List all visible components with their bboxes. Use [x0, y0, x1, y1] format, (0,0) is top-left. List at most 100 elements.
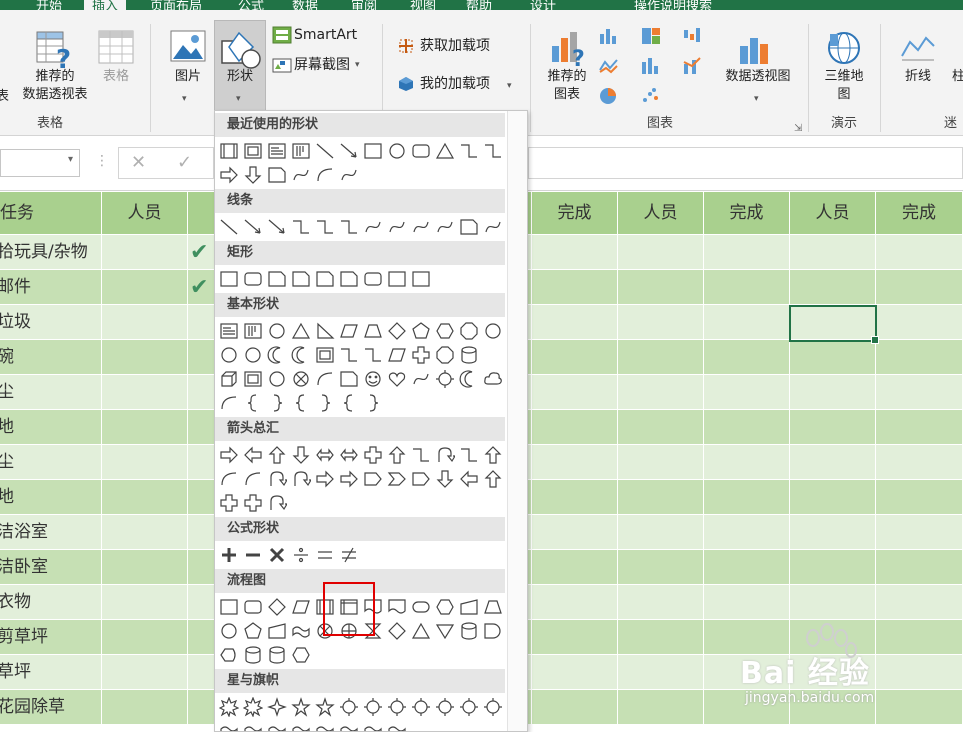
basic-shape-icon[interactable] — [387, 321, 407, 341]
table-cell[interactable] — [102, 410, 188, 445]
table-cell[interactable] — [704, 270, 790, 305]
line-shape-icon[interactable] — [219, 217, 239, 237]
rectangle-shape-icon[interactable] — [219, 269, 239, 289]
task-cell[interactable]: 吸尘 — [0, 445, 102, 480]
table-cell[interactable] — [618, 410, 704, 445]
recent-shape-icon[interactable] — [387, 141, 407, 161]
get-addins-button[interactable]: 获取加载项 — [420, 37, 490, 55]
table-cell[interactable] — [704, 550, 790, 585]
pie-chart-icon[interactable] — [598, 86, 620, 106]
table-cell[interactable] — [532, 340, 618, 375]
table-cell[interactable] — [876, 445, 963, 480]
table-cell[interactable] — [876, 480, 963, 515]
flowchart-decision-icon[interactable] — [267, 597, 287, 617]
table-cell[interactable] — [790, 550, 876, 585]
equation-shape-icon[interactable] — [315, 545, 335, 565]
name-box[interactable]: ▾ — [0, 149, 80, 177]
table-cell[interactable] — [618, 305, 704, 340]
smartart-button[interactable]: SmartArt — [294, 26, 357, 44]
arrow-shape-icon[interactable] — [483, 445, 503, 465]
table-cell[interactable] — [102, 655, 188, 690]
arrow-shape-icon[interactable] — [243, 445, 263, 465]
flowchart-shape-icon[interactable] — [267, 645, 287, 665]
table-cell[interactable] — [532, 515, 618, 550]
table-cell[interactable] — [790, 515, 876, 550]
table-cell[interactable] — [876, 235, 963, 270]
table-cell[interactable] — [704, 305, 790, 340]
recent-shape-icon[interactable] — [291, 141, 311, 161]
table-cell[interactable] — [876, 340, 963, 375]
table-cell[interactable] — [876, 515, 963, 550]
table-cell[interactable] — [532, 690, 618, 725]
basic-shape-icon[interactable] — [435, 321, 455, 341]
basic-shape-icon[interactable] — [291, 369, 311, 389]
basic-shape-icon[interactable] — [267, 393, 287, 413]
table-cell[interactable] — [876, 305, 963, 340]
table-cell[interactable] — [102, 690, 188, 725]
task-cell[interactable]: 洗碗 — [0, 340, 102, 375]
arrow-shape-icon[interactable] — [363, 445, 383, 465]
arrow-shape-icon[interactable] — [219, 445, 239, 465]
flowchart-shape-icon[interactable] — [459, 621, 479, 641]
line-shape-icon[interactable] — [315, 217, 335, 237]
table-cell[interactable] — [704, 585, 790, 620]
basic-shape-icon[interactable] — [315, 369, 335, 389]
recent-shape-icon[interactable] — [339, 141, 359, 161]
header-cell[interactable]: 完成 — [704, 192, 790, 235]
arrow-shape-icon[interactable] — [267, 445, 287, 465]
task-cell[interactable]: 浇花园除草 — [0, 690, 102, 725]
star-shape-icon[interactable] — [459, 697, 479, 717]
dropdown-scrollbar[interactable] — [507, 111, 527, 731]
arrow-shape-icon[interactable] — [363, 469, 383, 489]
star-shape-icon[interactable] — [267, 697, 287, 717]
basic-shape-icon[interactable] — [315, 321, 335, 341]
table-cell[interactable] — [532, 480, 618, 515]
recent-shape-icon[interactable] — [363, 141, 383, 161]
cancel-icon[interactable]: ✕ — [131, 152, 146, 173]
recommended-charts-button[interactable]: 推荐的 图表 — [538, 68, 596, 104]
sparkline-line-button[interactable]: 折线 — [900, 68, 936, 86]
table-cell[interactable] — [618, 515, 704, 550]
3d-map-button[interactable]: 三维地 图 — [816, 68, 872, 104]
rectangle-shape-icon[interactable] — [267, 269, 287, 289]
table-cell[interactable] — [102, 445, 188, 480]
basic-shape-icon[interactable] — [435, 369, 455, 389]
basic-shape-icon[interactable] — [363, 393, 383, 413]
star-shape-icon[interactable] — [291, 697, 311, 717]
basic-shape-icon[interactable] — [459, 345, 479, 365]
basic-shape-icon[interactable] — [339, 321, 359, 341]
recent-shape-icon[interactable] — [315, 141, 335, 161]
table-cell[interactable] — [790, 585, 876, 620]
star-shape-icon[interactable] — [363, 697, 383, 717]
equation-shape-icon[interactable] — [291, 545, 311, 565]
table-cell[interactable] — [618, 270, 704, 305]
banner-shape-icon[interactable] — [363, 721, 383, 731]
table-icon[interactable] — [98, 30, 134, 64]
basic-shape-icon[interactable] — [219, 321, 239, 341]
arrow-shape-icon[interactable] — [243, 493, 263, 513]
table-cell[interactable] — [532, 270, 618, 305]
arrow-shape-icon[interactable] — [315, 445, 335, 465]
table-cell[interactable] — [102, 620, 188, 655]
recent-shape-icon[interactable] — [483, 141, 503, 161]
recent-shape-icon[interactable] — [267, 165, 287, 185]
task-cell[interactable]: 除尘 — [0, 375, 102, 410]
rectangle-shape-icon[interactable] — [363, 269, 383, 289]
basic-shape-icon[interactable] — [219, 393, 239, 413]
table-cell[interactable] — [876, 375, 963, 410]
banner-shape-icon[interactable] — [387, 721, 407, 731]
arrow-shape-icon[interactable] — [267, 493, 289, 513]
flowchart-shape-icon[interactable] — [219, 621, 239, 641]
arrow-shape-icon[interactable] — [219, 469, 239, 489]
recent-shape-icon[interactable] — [411, 141, 431, 161]
recent-shape-icon[interactable] — [219, 165, 239, 185]
star-shape-icon[interactable] — [483, 697, 503, 717]
header-cell[interactable]: 任务 — [0, 192, 102, 235]
recent-shape-icon[interactable] — [219, 141, 239, 161]
star-shape-icon[interactable] — [242, 696, 264, 718]
chevron-down-icon[interactable]: ▾ — [68, 154, 73, 165]
basic-shape-icon[interactable] — [267, 345, 287, 365]
flowchart-shape-icon[interactable] — [483, 621, 503, 641]
arrow-shape-icon[interactable] — [291, 445, 311, 465]
flowchart-preparation-icon[interactable] — [435, 597, 455, 617]
